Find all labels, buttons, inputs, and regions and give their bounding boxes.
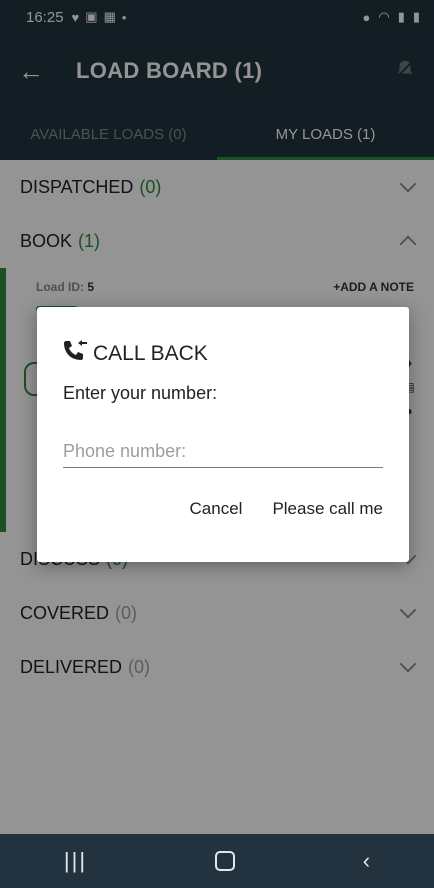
system-nav-bar: ||| ‹ <box>0 834 434 888</box>
dialog-actions: Cancel Please call me <box>190 499 383 519</box>
please-call-me-button[interactable]: Please call me <box>272 499 383 519</box>
phone-callback-icon <box>61 339 89 369</box>
dialog-prompt: Enter your number: <box>63 383 218 403</box>
recent-apps-icon[interactable]: ||| <box>64 848 87 874</box>
dialog-title-text: CALL BACK <box>93 342 208 365</box>
back-icon[interactable]: ‹ <box>363 848 370 874</box>
home-icon[interactable] <box>214 851 235 871</box>
phone-number-input[interactable] <box>63 435 383 468</box>
dialog-title: CALL BACK <box>61 339 208 369</box>
cancel-button[interactable]: Cancel <box>190 499 243 519</box>
call-back-dialog: CALL BACK Enter your number: Cancel Plea… <box>37 307 409 562</box>
